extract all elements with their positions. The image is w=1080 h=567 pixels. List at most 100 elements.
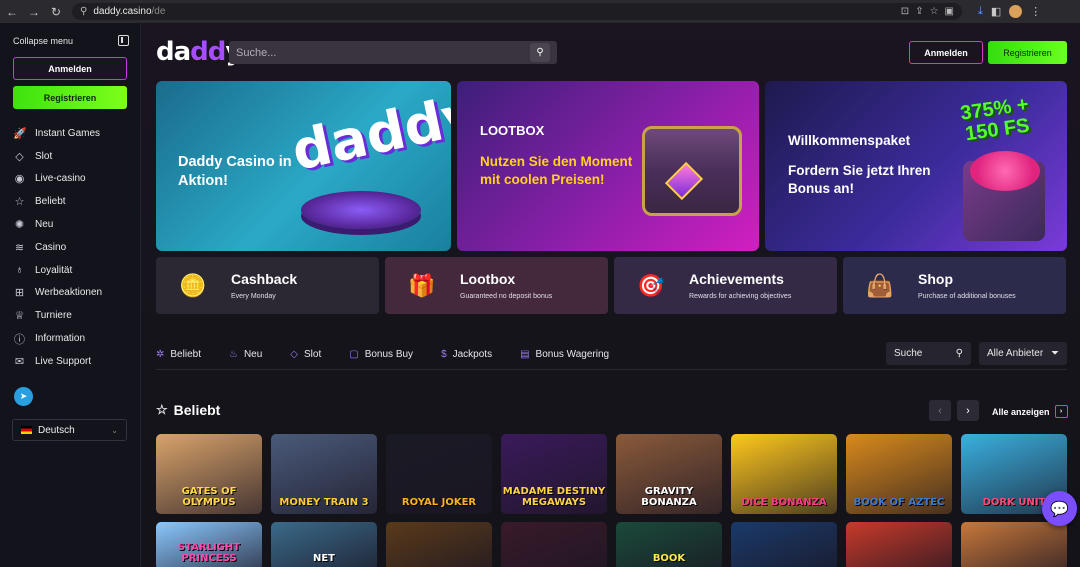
sidebar-item-loyalty[interactable]: ♁ Loyalität [13, 259, 133, 282]
sidebar-register-button[interactable]: Registrieren [13, 86, 127, 109]
sidebar-item-information[interactable]: ⓘ Information [13, 327, 133, 350]
game-tile[interactable]: Starlight Princess [156, 522, 262, 567]
language-select[interactable]: Deutsch ⌄ [12, 419, 127, 441]
sidebar-item-promotions[interactable]: ⊞ Werbeaktionen [13, 282, 133, 305]
game-tile[interactable]: Madame Destiny Megaways [501, 434, 607, 514]
live-chat-button[interactable]: 💬 [1042, 491, 1077, 526]
banner-daddy-in-action[interactable]: daddy Daddy Casino in Aktion! [156, 81, 451, 251]
header-search-input[interactable]: Suche... ⚲ [229, 41, 557, 64]
game-tile[interactable] [501, 522, 607, 567]
collapse-sidebar-icon[interactable] [118, 35, 129, 46]
game-title: Money Train 3 [279, 496, 369, 508]
search-icon[interactable]: ⚲ [530, 43, 550, 62]
extension-icon[interactable]: ▣ [945, 6, 954, 17]
sidebar-login-button[interactable]: Anmelden [13, 57, 127, 80]
game-title: Gravity Bonanza [641, 486, 697, 508]
trophy-icon: ♕ [14, 310, 25, 323]
filter-icon: ⏷ [1051, 348, 1059, 359]
show-all-link[interactable]: Alle anzeigen › [992, 405, 1068, 418]
cart-icon: ▢ [349, 348, 359, 360]
sidebar-item-beliebt[interactable]: ☆ Beliebt [13, 190, 133, 213]
back-icon[interactable]: ← [6, 5, 18, 19]
game-search-input[interactable]: Suche ⚲ [886, 342, 971, 365]
sidebar-item-live-casino[interactable]: ◉ Live-casino [13, 168, 133, 191]
feature-shop[interactable]: 👜 Shop Purchase of additional bonuses [843, 257, 1066, 314]
banner-title: Daddy Casino in Aktion! [178, 154, 292, 189]
telegram-icon[interactable]: ➤ [14, 387, 33, 406]
sidebar: Collapse menu Anmelden Registrieren 🚀 Ins… [0, 23, 141, 567]
browser-menu-icon[interactable]: ⋮ [1030, 5, 1041, 18]
game-title: Book [652, 552, 686, 564]
provider-filter[interactable]: Alle Anbieter ⏷ [979, 342, 1067, 365]
sidebar-item-slot[interactable]: ◇ Slot [13, 145, 133, 168]
bonus-badge: 375% + 150 FS [959, 93, 1031, 146]
game-tile[interactable]: Gates of Olympus [156, 434, 262, 514]
tab-label: Bonus Wagering [535, 348, 610, 360]
forward-icon[interactable]: → [28, 5, 40, 19]
tab-jackpots[interactable]: $ Jackpots [441, 349, 492, 360]
collapse-menu-label: Collapse menu [13, 35, 74, 46]
sidebar-item-label: Casino [35, 241, 67, 253]
tab-beliebt[interactable]: ✲ Beliebt [156, 349, 201, 360]
sidebar-item-label: Live Support [35, 355, 92, 367]
section-title: ☆ Beliebt [156, 402, 220, 418]
tab-bonus-buy[interactable]: ▢ Bonus Buy [349, 349, 413, 360]
tab-slot[interactable]: ◇ Slot [290, 349, 321, 360]
dollar-icon: $ [441, 348, 447, 360]
feature-cashback[interactable]: 🪙 Cashback Every Monday [156, 257, 379, 314]
game-tile[interactable] [731, 522, 837, 567]
game-tile[interactable]: Gravity Bonanza [616, 434, 722, 514]
feature-lootbox[interactable]: 🎁 Lootbox Guaranteed no deposit bonus [385, 257, 608, 314]
collapse-menu[interactable]: Collapse menu [13, 35, 129, 46]
install-icon[interactable]: ⊡ [901, 6, 909, 17]
sidebar-item-neu[interactable]: ✺ Neu [13, 213, 133, 236]
game-title: Dork Unit [982, 496, 1046, 508]
game-tile[interactable]: Dice Bonanza [731, 434, 837, 514]
tab-label: Bonus Buy [364, 348, 414, 360]
game-tile[interactable]: Money Train 3 [271, 434, 377, 514]
game-tile[interactable] [846, 522, 952, 567]
sidebar-item-casino[interactable]: ≋ Casino [13, 236, 133, 259]
profile-avatar[interactable] [1009, 5, 1023, 18]
feature-achievements[interactable]: 🎯 Achievements Rewards for achieving obj… [614, 257, 837, 314]
diamond-icon: ◇ [290, 348, 298, 360]
download-icon[interactable]: ⤓ [978, 5, 983, 18]
sidebar-item-label: Neu [35, 219, 54, 231]
tab-bonus-wagering[interactable]: ▤ Bonus Wagering [520, 349, 609, 360]
carousel-prev-button[interactable]: ‹ [929, 400, 951, 421]
sidebar-item-live-support[interactable]: ✉ Live Support [13, 350, 133, 373]
url-host: daddy.casino [93, 6, 152, 17]
chevron-down-icon: ⌄ [111, 425, 118, 435]
info-icon: ⓘ [14, 333, 25, 346]
header-login-button[interactable]: Anmelden [909, 41, 983, 64]
sidepanel-icon[interactable]: ◧ [991, 5, 1001, 18]
rocket-icon: 🚀 [13, 127, 27, 140]
game-title: Madame Destiny Megaways [502, 486, 606, 508]
sidebar-item-label: Live-casino [35, 173, 86, 185]
provider-filter-label: Alle Anbieter [987, 348, 1044, 359]
game-tile[interactable] [961, 522, 1067, 567]
sidebar-item-tournaments[interactable]: ♕ Turniere [13, 304, 133, 327]
banner-lootbox[interactable]: LOOTBOX Nutzen Sie den Moment mit coolen… [457, 81, 759, 251]
share-icon[interactable]: ⇪ [915, 6, 923, 17]
sidebar-item-label: Instant Games [35, 127, 101, 139]
chevron-left-icon: ‹ [938, 404, 942, 417]
game-tile[interactable]: Net [271, 522, 377, 567]
game-tile[interactable]: Book of Aztec [846, 434, 952, 514]
tab-label: Slot [304, 348, 322, 360]
tab-neu[interactable]: ♨ Neu [229, 349, 262, 360]
medal-icon: ♁ [15, 264, 24, 277]
feature-title: Cashback [231, 271, 298, 287]
reload-icon[interactable]: ↻ [50, 5, 62, 19]
game-tile[interactable]: Royal Joker [386, 434, 492, 514]
carousel-next-button[interactable]: › [957, 400, 979, 421]
game-tile[interactable]: Book [616, 522, 722, 567]
bookmark-icon[interactable]: ☆ [930, 6, 939, 17]
address-bar[interactable]: ⚲ daddy.casino/de ⊡ ⇪ ☆ ▣ [72, 3, 962, 20]
banner-welcome-package[interactable]: 375% + 150 FS Willkommenspaket Fordern S… [765, 81, 1067, 251]
site-info-icon[interactable]: ⚲ [80, 6, 87, 17]
sidebar-item-instant-games[interactable]: 🚀 Instant Games [13, 122, 133, 145]
sidebar-item-label: Turniere [35, 310, 72, 322]
header-register-button[interactable]: Registrieren [988, 41, 1067, 64]
game-tile[interactable] [386, 522, 492, 567]
